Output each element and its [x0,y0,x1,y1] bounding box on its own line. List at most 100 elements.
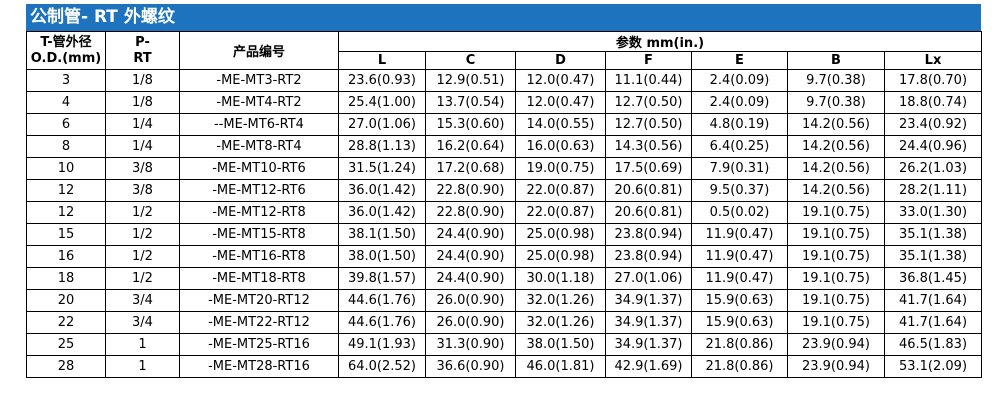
table-row: 12 1/2 -ME-MT12-RT8 36.0(1.42) 22.8(0.90) 22.… [26,201,983,224]
cell-f: 11.1(0.44) [605,69,692,92]
cell-product-code: -ME-MT22-RT12 [179,311,339,334]
cell-od: 12 [26,179,106,202]
cell-c: 15.3(0.60) [425,113,516,136]
cell-l: 38.0(1.50) [338,245,426,268]
header-param-f: F [605,51,692,70]
cell-e: 11.9(0.47) [691,267,788,290]
cell-b: 19.1(0.75) [787,289,885,312]
cell-e: 11.9(0.47) [691,223,788,246]
cell-e: 15.9(0.63) [691,311,788,334]
cell-d: 25.0(0.98) [515,245,606,268]
cell-l: 36.0(1.42) [338,201,426,224]
cell-e: 21.8(0.86) [691,355,788,378]
table-row: 3 1/8 -ME-MT3-RT2 23.6(0.93) 12.9(0.51) 12.0(… [26,69,983,92]
cell-lx: 46.5(1.83) [883,333,983,356]
cell-product-code: -ME-MT4-RT2 [179,91,339,114]
header-param-l: L [338,51,426,70]
cell-b: 14.2(0.56) [787,113,885,136]
cell-b: 19.1(0.75) [787,201,885,224]
cell-c: 24.4(0.90) [425,223,516,246]
cell-b: 19.1(0.75) [787,245,885,268]
cell-e: 15.9(0.63) [691,289,788,312]
cell-l: 27.0(1.06) [338,113,426,136]
cell-product-code: -ME-MT15-RT8 [179,223,339,246]
cell-d: 16.0(0.63) [515,135,606,158]
header-product-code: 产品编号 [179,31,339,70]
cell-pt: 1/8 [105,91,180,114]
cell-pt: 1/2 [105,223,180,246]
table-row: 20 3/4 -ME-MT20-RT12 44.6(1.76) 26.0(0.90) 32… [26,289,983,312]
cell-pt: 3/8 [105,179,180,202]
cell-e: 2.4(0.09) [691,69,788,92]
cell-l: 36.0(1.42) [338,179,426,202]
cell-e: 2.4(0.09) [691,91,788,114]
cell-c: 22.8(0.90) [425,179,516,202]
cell-pt: 3/4 [105,289,180,312]
cell-c: 12.9(0.51) [425,69,516,92]
cell-f: 17.5(0.69) [605,157,692,180]
cell-pt: 1 [105,333,180,356]
cell-b: 9.7(0.38) [787,69,885,92]
cell-b: 23.9(0.94) [787,333,885,356]
header-param-b: B [787,51,885,70]
table-row: 8 1/4 -ME-MT8-RT4 28.8(1.13) 16.2(0.64) 16.0(… [26,135,983,158]
cell-od: 4 [26,91,106,114]
header-pt-line2: RT [133,50,152,66]
cell-d: 22.0(0.87) [515,179,606,202]
header-row-group: T-管外径 O.D.(mm) P- RT 产品编号 参数 mm(in.) [26,31,983,70]
cell-l: 44.6(1.76) [338,311,426,334]
cell-b: 14.2(0.56) [787,157,885,180]
cell-c: 26.0(0.90) [425,311,516,334]
header-param-e: E [691,51,788,70]
cell-b: 19.1(0.75) [787,267,885,290]
header-pt: P- RT [105,31,180,70]
cell-od: 16 [26,245,106,268]
cell-d: 12.0(0.47) [515,91,606,114]
cell-od: 28 [26,355,106,378]
cell-pt: 1/4 [105,135,180,158]
cell-d: 38.0(1.50) [515,333,606,356]
cell-c: 36.6(0.90) [425,355,516,378]
cell-l: 49.1(1.93) [338,333,426,356]
table-row: 6 1/4 --ME-MT6-RT4 27.0(1.06) 15.3(0.60) 14.0… [26,113,983,136]
cell-c: 17.2(0.68) [425,157,516,180]
cell-product-code: -ME-MT20-RT12 [179,289,339,312]
cell-lx: 24.4(0.96) [883,135,983,158]
cell-od: 8 [26,135,106,158]
cell-e: 11.9(0.47) [691,245,788,268]
cell-od: 12 [26,201,106,224]
header-param-c: C [425,51,516,70]
table-row: 25 1 -ME-MT25-RT16 49.1(1.93) 31.3(0.90) 38.0… [26,333,983,356]
cell-lx: 28.2(1.11) [883,179,983,202]
cell-l: 64.0(2.52) [338,355,426,378]
cell-pt: 3/8 [105,157,180,180]
table-row: 10 3/8 -ME-MT10-RT6 31.5(1.24) 17.2(0.68) 19.… [26,157,983,180]
cell-od: 22 [26,311,106,334]
cell-od: 3 [26,69,106,92]
cell-e: 6.4(0.25) [691,135,788,158]
cell-pt: 1/2 [105,267,180,290]
cell-d: 25.0(0.98) [515,223,606,246]
header-params-group: 参数 mm(in.) [337,31,983,52]
cell-b: 14.2(0.56) [787,135,885,158]
cell-d: 14.0(0.55) [515,113,606,136]
cell-pt: 1/2 [105,245,180,268]
cell-f: 20.6(0.81) [605,201,692,224]
cell-b: 19.1(0.75) [787,223,885,246]
cell-b: 19.1(0.75) [787,311,885,334]
header-pt-line1: P- [135,34,150,50]
table-row: 28 1 -ME-MT28-RT16 64.0(2.52) 36.6(0.90) 46.0… [26,355,983,378]
cell-b: 9.7(0.38) [787,91,885,114]
cell-pt: 1/4 [105,113,180,136]
cell-f: 20.6(0.81) [605,179,692,202]
cell-e: 0.5(0.02) [691,201,788,224]
cell-e: 7.9(0.31) [691,157,788,180]
cell-product-code: -ME-MT25-RT16 [179,333,339,356]
cell-od: 6 [26,113,106,136]
table-title: 公制管- RT 外螺纹 [26,4,981,31]
cell-od: 20 [26,289,106,312]
cell-lx: 18.8(0.74) [883,91,983,114]
cell-pt: 1/8 [105,69,180,92]
cell-l: 23.6(0.93) [338,69,426,92]
cell-product-code: -ME-MT28-RT16 [179,355,339,378]
